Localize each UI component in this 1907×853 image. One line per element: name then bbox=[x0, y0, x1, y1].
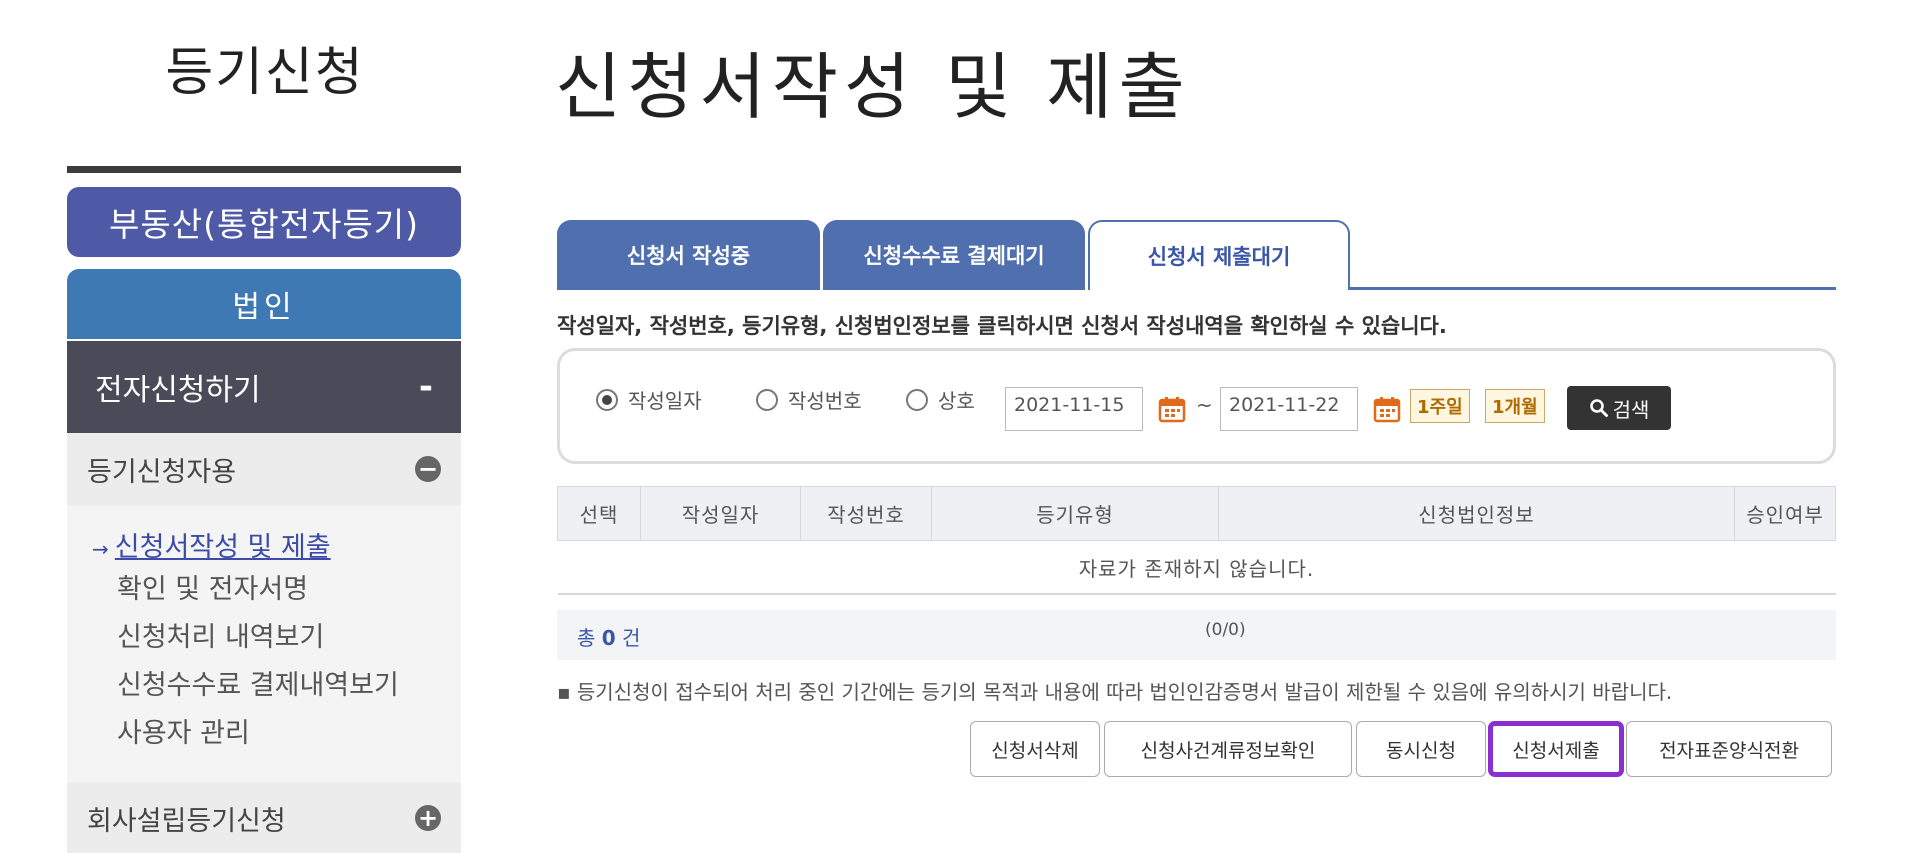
calendar-icon[interactable] bbox=[1373, 395, 1401, 423]
page-title: 신청서작성 및 제출 bbox=[555, 45, 1191, 129]
menu-realty-button[interactable]: 부동산(통합전자등기) bbox=[67, 187, 461, 257]
sidebar-title: 등기신청 bbox=[165, 43, 365, 103]
empty-message: 자료가 존재하지 않습니다. bbox=[557, 540, 1836, 595]
total-bar: 총 0 건 (0/0) bbox=[557, 610, 1836, 660]
sidebar-link-process-history[interactable]: 신청처리 내역보기 bbox=[117, 615, 324, 654]
section-company-label: 회사설립등기신청 bbox=[87, 805, 286, 837]
tab-fee-pending[interactable]: 신청수수료 결제대기 bbox=[823, 220, 1085, 290]
sidebar-link-fee-history[interactable]: 신청수수료 결제내역보기 bbox=[117, 663, 399, 702]
table-row: 자료가 존재하지 않습니다. bbox=[557, 540, 1836, 595]
calendar-icon[interactable] bbox=[1158, 395, 1186, 423]
arrow-right-icon: → bbox=[92, 537, 109, 561]
date-from-input[interactable]: 2021-11-15 bbox=[1005, 387, 1143, 431]
submit-application-button[interactable]: 신청서제출 bbox=[1488, 721, 1624, 777]
search-panel: 작성일자 작성번호 상호 2021-11-15 ~ 2021-11-22 1주일… bbox=[557, 348, 1836, 464]
menu-e-submit-label: 전자신청하기 bbox=[95, 373, 261, 408]
menu-e-submit[interactable]: 전자신청하기 - bbox=[67, 341, 461, 433]
section-registration-applicant[interactable]: 등기신청자용 − bbox=[67, 433, 461, 505]
radio-company-name[interactable]: 상호 bbox=[906, 385, 975, 414]
col-registration-type: 등기유형 bbox=[931, 486, 1219, 541]
sidebar-link-confirm-sign[interactable]: 확인 및 전자서명 bbox=[117, 567, 308, 606]
notice-text: 작성일자, 작성번호, 등기유형, 신청법인정보를 클릭하시면 신청서 작성내역… bbox=[557, 314, 1447, 338]
radio-unselected-icon[interactable] bbox=[906, 388, 928, 411]
simultaneous-apply-button[interactable]: 동시신청 bbox=[1356, 721, 1486, 777]
search-button[interactable]: 검색 bbox=[1567, 386, 1671, 430]
one-month-button[interactable]: 1개월 bbox=[1485, 389, 1545, 423]
sidebar-links: → 신청서작성 및 제출 확인 및 전자서명 신청처리 내역보기 신청수수료 결제… bbox=[67, 505, 461, 783]
menu-corporation-button[interactable]: 법인 bbox=[67, 269, 461, 339]
convert-standard-form-button[interactable]: 전자표준양식전환 bbox=[1626, 721, 1832, 777]
total-count: 총 0 건 bbox=[577, 626, 641, 650]
page-info: (0/0) bbox=[1205, 620, 1246, 640]
tab-underline bbox=[1350, 287, 1836, 290]
col-write-number: 작성번호 bbox=[800, 486, 932, 541]
col-corp-info: 신청법인정보 bbox=[1218, 486, 1735, 541]
tab-submit-pending[interactable]: 신청서 제출대기 bbox=[1088, 220, 1350, 290]
sidebar-divider bbox=[67, 166, 461, 173]
date-range-separator: ~ bbox=[1196, 393, 1213, 417]
sidebar-link-write-submit[interactable]: → 신청서작성 및 제출 bbox=[92, 525, 331, 564]
one-week-button[interactable]: 1주일 bbox=[1410, 389, 1470, 423]
sidebar-link-user-management[interactable]: 사용자 관리 bbox=[117, 711, 250, 750]
radio-write-date[interactable]: 작성일자 bbox=[596, 385, 702, 414]
collapse-icon[interactable]: - bbox=[419, 367, 433, 407]
radio-write-number[interactable]: 작성번호 bbox=[756, 385, 862, 414]
search-icon bbox=[1589, 399, 1608, 417]
date-to-input[interactable]: 2021-11-22 bbox=[1220, 387, 1358, 431]
plus-circle-icon[interactable]: + bbox=[415, 805, 441, 831]
col-select: 선택 bbox=[557, 486, 641, 541]
radio-unselected-icon[interactable] bbox=[756, 388, 778, 411]
section-company-establishment[interactable]: 회사설립등기신청 + bbox=[67, 783, 461, 853]
tab-writing[interactable]: 신청서 작성중 bbox=[557, 220, 820, 290]
section-registration-label: 등기신청자용 bbox=[87, 456, 237, 488]
col-write-date: 작성일자 bbox=[640, 486, 801, 541]
delete-application-button[interactable]: 신청서삭제 bbox=[970, 721, 1100, 777]
minus-circle-icon[interactable]: − bbox=[415, 456, 441, 482]
pending-case-info-button[interactable]: 신청사건계류정보확인 bbox=[1104, 721, 1352, 777]
warning-text: ▪ 등기신청이 접수되어 처리 중인 기간에는 등기의 목적과 내용에 따라 법… bbox=[557, 680, 1673, 704]
radio-selected-icon[interactable] bbox=[596, 388, 618, 411]
col-approval: 승인여부 bbox=[1734, 486, 1836, 541]
table-header-row: 선택 작성일자 작성번호 등기유형 신청법인정보 승인여부 bbox=[557, 486, 1836, 541]
result-table: 선택 작성일자 작성번호 등기유형 신청법인정보 승인여부 자료가 존재하지 않… bbox=[557, 486, 1836, 595]
